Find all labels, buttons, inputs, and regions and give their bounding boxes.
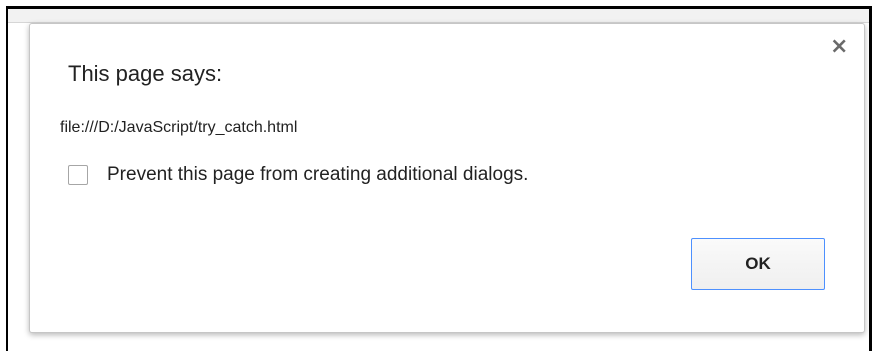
alert-dialog: × This page says: file:///D:/JavaScript/… xyxy=(29,23,865,333)
prevent-dialogs-label[interactable]: Prevent this page from creating addition… xyxy=(107,164,528,186)
prevent-dialogs-option[interactable]: Prevent this page from creating addition… xyxy=(68,163,528,187)
ok-button[interactable]: OK xyxy=(691,238,825,290)
dialog-message: file:///D:/JavaScript/try_catch.html xyxy=(60,119,298,136)
prevent-dialogs-checkbox[interactable] xyxy=(68,165,88,185)
close-icon[interactable]: × xyxy=(830,36,848,58)
dialog-title: This page says: xyxy=(68,61,223,86)
page-top-strip xyxy=(8,9,869,23)
screenshot-frame: × This page says: file:///D:/JavaScript/… xyxy=(0,0,878,351)
